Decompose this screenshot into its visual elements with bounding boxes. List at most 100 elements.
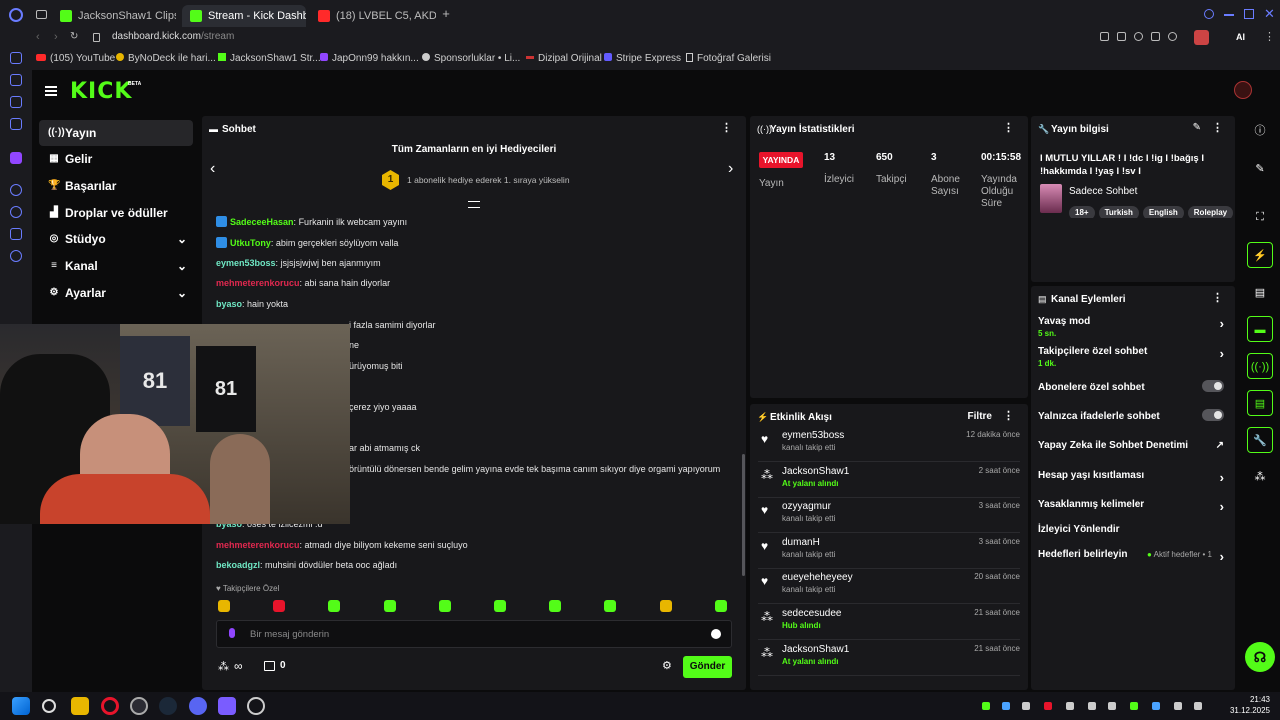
bookmark-japonn[interactable]: JapOnn99 hakkın... bbox=[320, 53, 419, 64]
user-avatar[interactable] bbox=[1234, 81, 1252, 99]
chat-username[interactable]: UtkuTony bbox=[230, 238, 271, 248]
sidebar-app-icon[interactable] bbox=[10, 74, 22, 86]
stats-menu-icon[interactable]: ⋮ bbox=[1003, 123, 1014, 134]
app-icon[interactable] bbox=[247, 697, 265, 715]
tray-icon[interactable] bbox=[1152, 702, 1160, 710]
wrench-toggle-icon[interactable]: 🔧 bbox=[1247, 427, 1273, 453]
windows-start-icon[interactable] bbox=[12, 697, 30, 715]
sidebar-app-icon[interactable] bbox=[10, 96, 22, 108]
tray-icon[interactable] bbox=[1002, 702, 1010, 710]
tag-chip[interactable]: Turkish bbox=[1098, 206, 1139, 218]
tray-icon[interactable] bbox=[1130, 702, 1138, 710]
emote-icon[interactable] bbox=[494, 600, 506, 612]
bookmark-bynodeck[interactable]: ByNoDeck ile hari... bbox=[116, 53, 216, 64]
app-icon[interactable] bbox=[218, 697, 236, 715]
chat-input[interactable]: Bir mesaj gönderin bbox=[216, 620, 732, 648]
profile-avatar[interactable] bbox=[1194, 30, 1209, 45]
chat-username[interactable]: bekoadgzl bbox=[216, 560, 260, 570]
channel-action[interactable]: Takipçilere özel sohbet 1 dk. › bbox=[1038, 346, 1224, 368]
bookmark-dizipal[interactable]: Dizipal Orijinal bbox=[526, 53, 602, 64]
chat-username[interactable]: eymen53boss bbox=[216, 258, 276, 268]
nav-ayarlar[interactable]: ⚙ Ayarlar ⌄ bbox=[39, 280, 193, 306]
menu-icon[interactable]: ⋮ bbox=[1264, 30, 1275, 43]
event-user[interactable]: ozyyagmur bbox=[782, 501, 831, 512]
opera-icon[interactable] bbox=[101, 697, 119, 715]
emote-icon[interactable] bbox=[218, 600, 230, 612]
speaker-icon[interactable] bbox=[1174, 702, 1182, 710]
event-item[interactable]: ♥ ozyyagmur kanalı takip etti 3 saat önce bbox=[758, 501, 1020, 534]
kick-logo[interactable]: KICK bbox=[70, 79, 132, 104]
file-explorer-icon[interactable] bbox=[71, 697, 89, 715]
nav-yayin[interactable]: ((·)) Yayın bbox=[39, 120, 193, 146]
event-item[interactable]: ⁂ JacksonShaw1 At yalanı alındı 21 saat önc… bbox=[758, 644, 1020, 676]
tag-chip[interactable]: Roleplay bbox=[1187, 206, 1233, 218]
tag-chip[interactable]: English bbox=[1142, 206, 1184, 218]
settings-icon[interactable] bbox=[10, 250, 22, 262]
emote-icon[interactable] bbox=[328, 600, 341, 612]
tab-list-icon[interactable] bbox=[36, 10, 47, 19]
chat-username[interactable]: mehmeterenkorucu bbox=[216, 278, 300, 288]
sidebar-app-icon[interactable] bbox=[10, 118, 22, 130]
toggle-switch[interactable] bbox=[1202, 409, 1224, 421]
event-item[interactable]: ⁂ sedecesudee Hub alındı 21 saat önce bbox=[758, 608, 1020, 640]
channel-action[interactable]: İzleyici Yönlendir bbox=[1038, 524, 1224, 535]
tab-clips[interactable]: JacksonShaw1 Clips - Wat bbox=[52, 5, 176, 27]
nav-basarilar[interactable]: 🏆 Başarılar bbox=[39, 173, 193, 199]
back-icon[interactable]: ‹ bbox=[36, 31, 40, 43]
event-user[interactable]: eueyeheheyeey bbox=[782, 572, 853, 583]
microphone-icon[interactable] bbox=[229, 628, 235, 638]
channel-action[interactable]: Abonelere özel sohbet bbox=[1038, 380, 1224, 393]
chat-menu-icon[interactable]: ⋮ bbox=[721, 123, 732, 134]
event-item[interactable]: ♥ eymen53boss kanalı takip etti 12 dakika ö… bbox=[758, 430, 1020, 462]
tray-icon[interactable] bbox=[1088, 702, 1096, 710]
gifters-next-icon[interactable]: › bbox=[728, 160, 733, 178]
chat-username[interactable]: SadeceeHasan bbox=[230, 217, 294, 227]
channel-action[interactable]: Yasaklanmış kelimeler › bbox=[1038, 499, 1224, 514]
event-item[interactable]: ⁂ JacksonShaw1 At yalanı alındı 2 saat önce bbox=[758, 466, 1020, 498]
emote-icon[interactable] bbox=[604, 600, 617, 612]
points-rail-icon[interactable]: ⁂ bbox=[1247, 464, 1273, 490]
lightning-button-icon[interactable]: ⚡ bbox=[1247, 242, 1273, 268]
help-button[interactable]: ☊ bbox=[1245, 642, 1275, 672]
event-item[interactable]: ♥ eueyeheheyeey kanalı takip etti 20 saat ö… bbox=[758, 572, 1020, 605]
chat-settings-icon[interactable]: ⚙ bbox=[662, 659, 672, 672]
points-icon[interactable]: ⁂ bbox=[218, 660, 229, 673]
hamburger-menu-icon[interactable] bbox=[45, 86, 57, 96]
tray-icon[interactable] bbox=[1108, 702, 1116, 710]
tray-icon[interactable] bbox=[1022, 702, 1030, 710]
tray-icon[interactable] bbox=[982, 702, 990, 710]
browser-logo-icon[interactable] bbox=[9, 8, 23, 22]
clock-date[interactable]: 31.12.2025 bbox=[1222, 706, 1270, 715]
chat-scrollbar[interactable] bbox=[742, 454, 745, 576]
channel-action[interactable]: Yalnızca ifadelerle sohbet bbox=[1038, 409, 1224, 422]
extension-icons[interactable] bbox=[1100, 32, 1190, 43]
minimize-button[interactable] bbox=[1224, 14, 1234, 16]
info-menu-icon[interactable]: ⋮ bbox=[1212, 123, 1223, 134]
tab-youtube[interactable]: (18) LVBEL C5, AKDO bbox=[310, 5, 436, 27]
tab-dashboard[interactable]: Stream - Kick Dashboard bbox=[182, 5, 306, 27]
chat-username[interactable]: byaso bbox=[216, 299, 242, 309]
tray-icon[interactable] bbox=[1066, 702, 1074, 710]
actions-menu-icon[interactable]: ⋮ bbox=[1212, 293, 1223, 304]
forward-icon[interactable]: › bbox=[54, 31, 58, 43]
nav-studyo[interactable]: ◎ Stüdyo ⌄ bbox=[39, 226, 193, 252]
event-user[interactable]: eymen53boss bbox=[782, 430, 844, 441]
discord-icon[interactable] bbox=[189, 697, 207, 715]
events-menu-icon[interactable]: ⋮ bbox=[1003, 411, 1014, 422]
channel-action[interactable]: Hesap yaşı kısıtlaması › bbox=[1038, 470, 1224, 485]
event-user[interactable]: JacksonShaw1 bbox=[782, 644, 849, 655]
wifi-icon[interactable] bbox=[1194, 702, 1202, 710]
sidebar-app-icon[interactable] bbox=[10, 52, 22, 64]
bookmark-stripe[interactable]: Stripe Express bbox=[604, 53, 681, 64]
url-field[interactable]: dashboard.kick.com/stream bbox=[112, 31, 234, 42]
filter-button[interactable]: Filtre bbox=[968, 411, 992, 422]
emote-icon[interactable] bbox=[273, 600, 286, 612]
sidebar-app-icon[interactable] bbox=[10, 184, 22, 196]
edit-icon[interactable]: ✎ bbox=[1193, 122, 1201, 133]
reload-icon[interactable]: ↻ bbox=[70, 31, 78, 42]
toggle-switch[interactable] bbox=[1202, 380, 1224, 392]
store-icon[interactable] bbox=[264, 661, 275, 671]
collapse-icon[interactable] bbox=[468, 201, 480, 208]
emote-icon[interactable] bbox=[383, 600, 396, 612]
tray-icon[interactable] bbox=[1044, 702, 1052, 710]
